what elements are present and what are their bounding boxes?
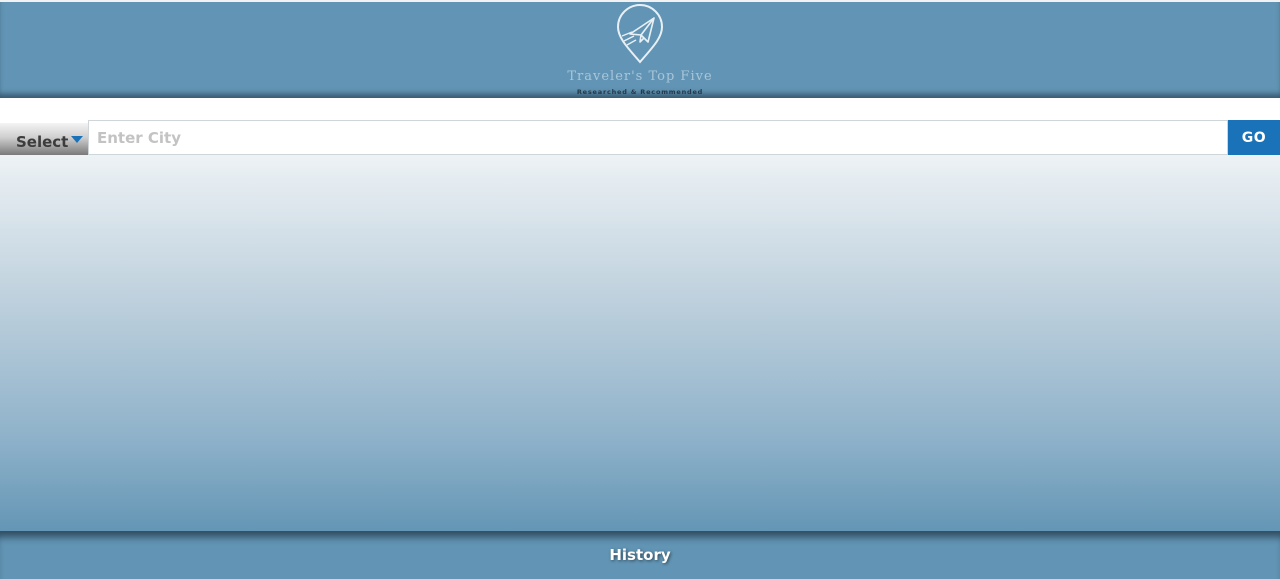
history-link[interactable]: History (0, 546, 1280, 564)
app-footer: History (0, 531, 1280, 579)
caret-down-icon (71, 136, 83, 143)
logo-subtitle: Researched & Recommended (576, 88, 704, 96)
category-select-dropdown[interactable]: Select (0, 123, 88, 155)
paper-plane-pin-icon (560, 4, 720, 68)
results-area (0, 155, 1280, 531)
search-bar: Select GO (0, 120, 1280, 155)
app-header: Traveler's Top Five Researched & Recomme… (0, 0, 1280, 98)
logo-title: Traveler's Top Five (567, 69, 713, 84)
app-logo[interactable]: Traveler's Top Five Researched & Recomme… (560, 4, 720, 98)
go-button[interactable]: GO (1228, 120, 1280, 155)
city-search-input[interactable] (88, 120, 1228, 155)
select-label: Select (16, 133, 69, 151)
